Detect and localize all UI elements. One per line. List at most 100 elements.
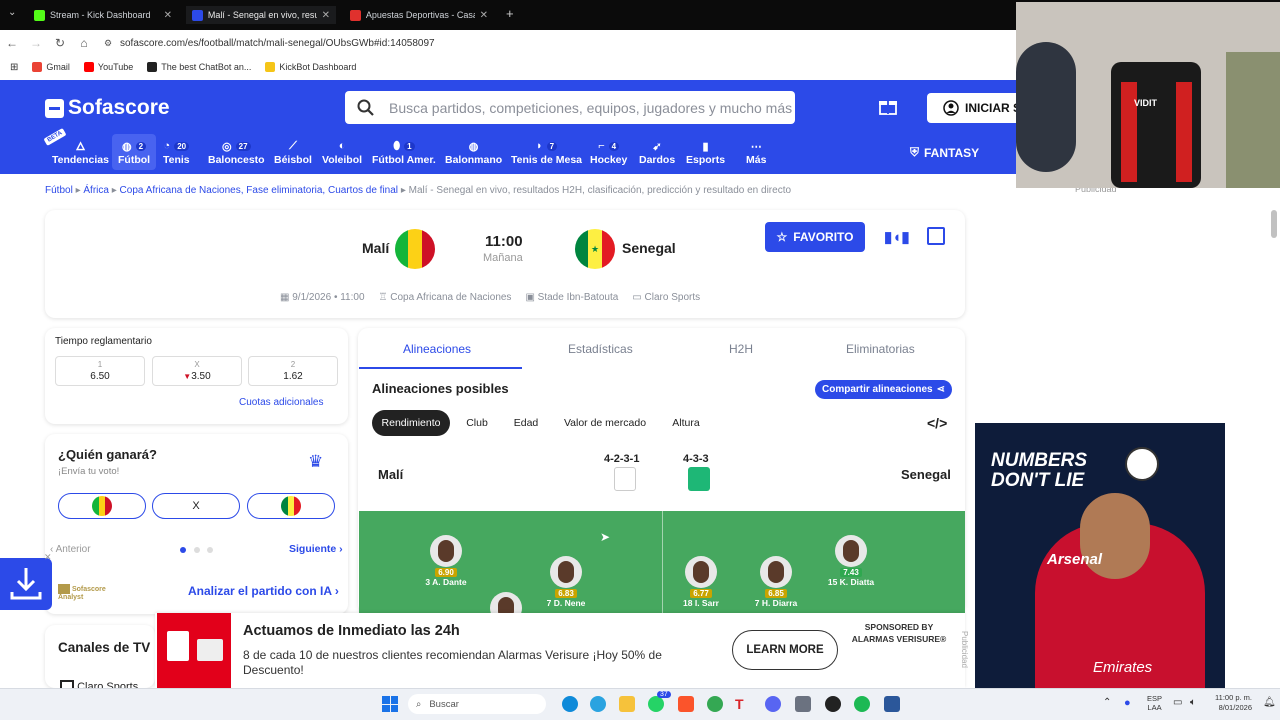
reload-icon[interactable]: ↻: [48, 36, 72, 50]
favorite-button[interactable]: ☆ FAVORITO: [765, 222, 865, 252]
home-team-name[interactable]: Malí: [362, 240, 389, 256]
forward-icon[interactable]: →: [24, 36, 48, 50]
prev-button[interactable]: ‹ Anterior: [50, 544, 91, 555]
ai-analysis-link[interactable]: Analizar el partido con IA ›: [188, 584, 339, 598]
vote-home-button[interactable]: [58, 493, 146, 519]
embed-code-icon[interactable]: </>: [927, 415, 947, 431]
spotify-icon[interactable]: [854, 696, 870, 712]
odd-draw[interactable]: X ▼3.50: [152, 356, 242, 386]
gift-icon[interactable]: [878, 97, 898, 120]
carousel-dot-active[interactable]: [180, 547, 186, 553]
sport-tennis[interactable]: ◔ 20 Tenis: [163, 138, 190, 166]
word-icon[interactable]: [884, 696, 900, 712]
back-icon[interactable]: ←: [0, 36, 24, 50]
lineup-away-team[interactable]: Senegal: [901, 467, 951, 482]
language-indicator[interactable]: ESP LAA: [1147, 694, 1162, 712]
breadcrumb-competition[interactable]: Copa Africana de Naciones, Fase eliminat…: [120, 185, 398, 196]
site-info-icon[interactable]: ⚙: [96, 38, 120, 49]
sport-american-football[interactable]: ⬮ 1 Fútbol Amer.: [372, 138, 436, 167]
compare-icon[interactable]: ▮◖▮: [884, 228, 910, 246]
carousel-dot[interactable]: [207, 547, 213, 553]
sofascore-logo[interactable]: Sofascore: [45, 96, 170, 120]
lineup-home-team[interactable]: Malí: [378, 467, 403, 482]
search-input[interactable]: Busca partidos, competiciones, equipos, …: [345, 91, 795, 124]
brave-icon[interactable]: [678, 696, 694, 712]
edge-icon[interactable]: [562, 696, 578, 712]
ad-cta-button[interactable]: LEARN MORE: [732, 630, 838, 670]
tab-search-icon[interactable]: ⌄: [8, 7, 16, 18]
player-diarra[interactable]: 6.85 7 H. Diarra: [741, 556, 811, 608]
calendar-icon[interactable]: [927, 227, 945, 245]
away-team-name[interactable]: Senegal: [622, 240, 676, 256]
player-partial[interactable]: [471, 592, 541, 613]
tab-h2h[interactable]: H2H: [729, 342, 753, 356]
browser-tab-sofascore[interactable]: Malí - Senegal en vivo, resultado ✕: [186, 6, 336, 24]
chip-height[interactable]: Altura: [666, 410, 706, 436]
microphone-icon[interactable]: ●: [1124, 697, 1131, 709]
home-icon[interactable]: ⌂: [72, 36, 96, 50]
network-icon[interactable]: ▭: [1173, 697, 1182, 708]
windows-start-icon[interactable]: [382, 696, 398, 712]
player-sarr[interactable]: 6.77 18 I. Sarr: [666, 556, 736, 608]
bookmark-youtube[interactable]: YouTube: [83, 62, 133, 72]
whatsapp-icon[interactable]: [648, 696, 664, 712]
close-icon[interactable]: ✕: [322, 10, 330, 21]
senegal-flag[interactable]: ★: [575, 229, 615, 269]
url-field[interactable]: sofascore.com/es/football/match/mali-sen…: [120, 38, 435, 49]
scrollbar-thumb[interactable]: [1271, 210, 1277, 238]
sport-trending[interactable]: 🜂 Tendencias: [52, 138, 109, 166]
competition-item[interactable]: ♖ Copa Africana de Naciones: [379, 292, 512, 303]
notifications-icon[interactable]: 🔔︎: [1263, 697, 1276, 708]
close-icon[interactable]: ✕: [164, 10, 172, 21]
sport-basketball[interactable]: ◎ 27 Baloncesto: [208, 138, 265, 167]
clock[interactable]: 11:00 p. m. 8/01/2026: [1210, 693, 1252, 713]
volume-icon[interactable]: 🔈︎: [1190, 697, 1196, 708]
next-button[interactable]: Siguiente ›: [289, 543, 343, 555]
apps-icon[interactable]: ⊞: [10, 62, 18, 73]
share-lineups-button[interactable]: Compartir alineaciones ⋖: [815, 380, 952, 399]
additional-odds-link[interactable]: Cuotas adicionales: [239, 397, 324, 408]
chrome-icon[interactable]: [707, 696, 723, 712]
chip-market-value[interactable]: Valor de mercado: [558, 410, 652, 436]
taskbar-search[interactable]: ⌕ Buscar: [408, 694, 546, 714]
sport-esports[interactable]: ▮ Esports: [686, 138, 725, 167]
obs-icon[interactable]: [825, 696, 841, 712]
sport-darts[interactable]: ➹ Dardos: [639, 138, 675, 167]
sport-handball[interactable]: ◍ Balonmano: [445, 138, 502, 167]
telegram-icon[interactable]: [590, 696, 606, 712]
mali-flag[interactable]: [395, 229, 435, 269]
bottom-ad-banner[interactable]: Actuamos de Inmediato las 24h 8 de cada …: [155, 613, 969, 688]
side-ad-arsenal[interactable]: NUMBERS DON'T LIE Arsenal Emirates: [975, 423, 1225, 688]
sport-hockey[interactable]: ⌐ 4 Hockey: [590, 138, 627, 166]
close-icon[interactable]: ✕: [44, 552, 52, 563]
breadcrumb-africa[interactable]: África: [83, 185, 109, 196]
bookmark-gmail[interactable]: Gmail: [32, 62, 70, 72]
carousel-dot[interactable]: [194, 547, 200, 553]
sport-baseball[interactable]: ⟋ Béisbol: [274, 138, 312, 167]
browser-tab-kick[interactable]: Stream - Kick Dashboard ✕: [28, 6, 178, 24]
player-diatta[interactable]: 7.43 15 K. Diatta: [816, 535, 886, 587]
player-nene[interactable]: 6.83 7 D. Nene: [531, 556, 601, 608]
bookmark-chatbot[interactable]: The best ChatBot an...: [147, 62, 251, 72]
tab-lineups[interactable]: Alineaciones: [403, 342, 471, 356]
sport-table-tennis[interactable]: ◗ 7 Tenis de Mesa: [511, 138, 582, 166]
player-dante[interactable]: 6.90 3 A. Dante: [411, 535, 481, 587]
fantasy-link[interactable]: ⛨ FANTASY: [910, 145, 979, 160]
browser-tab-apuestas[interactable]: Apuestas Deportivas - Casa de ✕: [344, 6, 494, 24]
sport-volleyball[interactable]: ◐ Voleibol: [322, 138, 362, 166]
file-explorer-icon[interactable]: [619, 696, 635, 712]
sport-more[interactable]: ⋯ Más: [746, 138, 766, 167]
close-icon[interactable]: ✕: [480, 10, 488, 21]
chevron-up-icon[interactable]: ⌃: [1103, 697, 1111, 708]
calculator-icon[interactable]: [795, 696, 811, 712]
discord-icon[interactable]: [765, 696, 781, 712]
download-app-button[interactable]: [0, 558, 52, 610]
chip-age[interactable]: Edad: [508, 410, 544, 436]
tab-knockout[interactable]: Eliminatorias: [846, 342, 915, 356]
breadcrumb-football[interactable]: Fútbol: [45, 185, 73, 196]
vote-draw-button[interactable]: X: [152, 493, 240, 519]
new-tab-button[interactable]: +: [506, 6, 514, 21]
bookmark-kickbot[interactable]: KickBot Dashboard: [265, 62, 356, 72]
vote-away-button[interactable]: [247, 493, 335, 519]
odd-home[interactable]: 1 6.50: [55, 356, 145, 386]
